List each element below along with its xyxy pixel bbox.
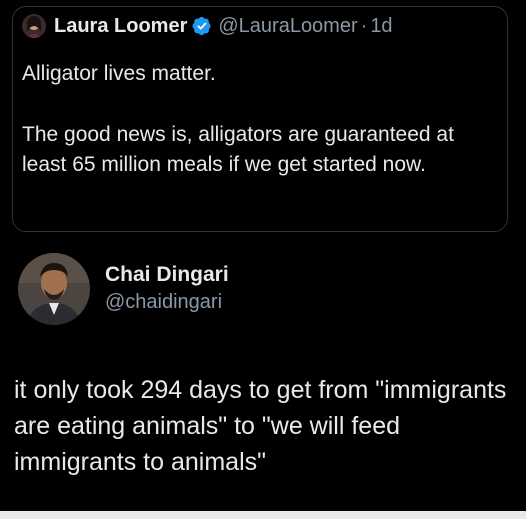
quoted-tweet-time[interactable]: 1d xyxy=(370,15,392,38)
quoted-tweet-paragraph: The good news is, alligators are guarant… xyxy=(22,123,454,176)
quoted-author-name[interactable]: Laura Loomer xyxy=(54,15,187,38)
quoted-tweet-line1: Alligator lives matter. xyxy=(22,62,216,85)
author-handle[interactable]: @chaidingari xyxy=(105,288,229,316)
quoted-tweet-header: Laura Loomer @LauraLoomer · 1d xyxy=(22,14,393,38)
tweet-author: Chai Dingari @chaidingari xyxy=(18,253,229,325)
quoted-author-avatar[interactable] xyxy=(22,14,46,38)
tweet-text: it only took 294 days to get from "immig… xyxy=(14,376,507,476)
quoted-author-handle[interactable]: @LauraLoomer xyxy=(218,15,357,38)
tweet-screenshot: Laura Loomer @LauraLoomer · 1d Alligator… xyxy=(0,0,526,511)
quoted-tweet-card[interactable] xyxy=(12,6,508,232)
separator-dot: · xyxy=(360,14,368,37)
bottom-border xyxy=(0,511,526,519)
author-name[interactable]: Chai Dingari xyxy=(105,262,229,288)
author-avatar[interactable] xyxy=(18,253,90,325)
verified-badge-icon xyxy=(192,16,211,36)
